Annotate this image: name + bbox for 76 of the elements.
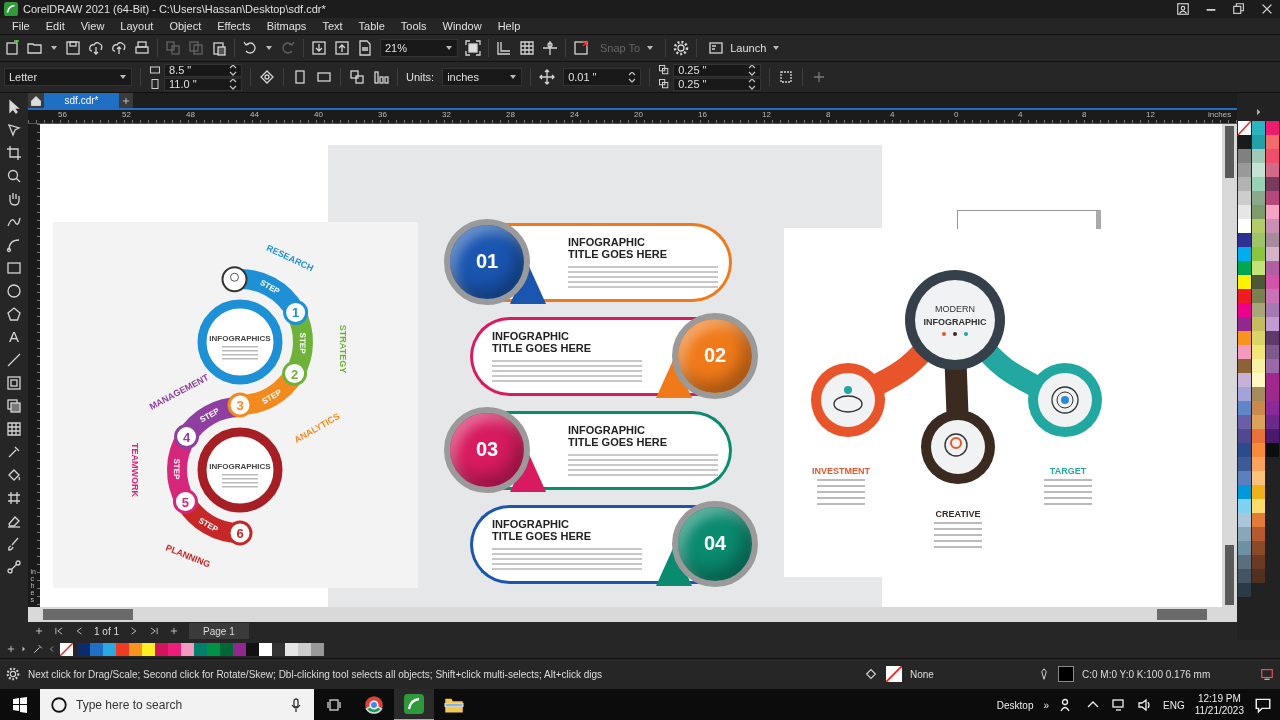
ruler-number: 32	[442, 110, 452, 119]
ruler-number: 8	[826, 110, 832, 119]
menu-item[interactable]: Bitmaps	[258, 20, 315, 32]
ruler-number: 52	[122, 110, 132, 119]
step-number: 5	[181, 494, 190, 510]
step-number: 4	[182, 429, 191, 445]
step-number: 1	[292, 305, 300, 321]
branch-label: TARGET	[1049, 466, 1087, 476]
ruler-number: 0	[954, 110, 960, 119]
desktop-toolbar-label[interactable]: Desktop	[996, 699, 1034, 711]
menu-item[interactable]: Text	[314, 20, 351, 32]
units-dropdown[interactable]: inches	[442, 68, 523, 86]
step-number: 6	[236, 526, 244, 541]
step-label: STEP	[258, 278, 282, 296]
nudge-field[interactable]: 0.01 "	[563, 68, 642, 86]
heading-line: INFOGRAPHIC	[923, 317, 987, 327]
step-number: 3	[236, 398, 244, 413]
menu-item[interactable]: Object	[161, 20, 210, 32]
step-title: INFOGRAPHIC TITLE GOES HERE	[568, 235, 668, 260]
document-tab[interactable]: sdf.cdr*	[44, 93, 119, 108]
outline-status: C:0 M:0 Y:0 K:100 0.176 mm	[1082, 668, 1212, 680]
width-field[interactable]: 8.5 "	[164, 63, 242, 77]
duplicate-y-field[interactable]: 0.25 "	[673, 77, 762, 91]
zoom-field[interactable]: 21%	[380, 39, 458, 57]
ruler-number: 4	[890, 110, 896, 119]
category-label: TEAMWORK	[130, 443, 140, 497]
branch-label: CREATIVE	[935, 509, 981, 519]
units-label: Units:	[406, 71, 435, 83]
ruler-number: 8	[1082, 110, 1088, 119]
ruler-number: 48	[186, 110, 196, 119]
launch-dropdown[interactable]: Launch	[704, 38, 785, 58]
status-hint: Next click for Drag/Scale; Second click for Rotate/Skew; Dbl-clicking tool selects all objects; Shift+click multi-selects; Alt+click digs	[28, 668, 604, 680]
language-indicator[interactable]: ENG	[1163, 699, 1185, 711]
step-number: 2	[290, 366, 299, 382]
heading-line: MODERN	[935, 304, 975, 314]
step-label: STEP	[171, 458, 182, 480]
fill-status: None	[910, 668, 935, 680]
ruler-number: 28	[506, 110, 516, 119]
ruler-number: 4	[1018, 110, 1024, 119]
menu-item[interactable]: File	[4, 20, 38, 32]
step-label: STEP	[196, 515, 220, 535]
ruler-number: 24	[570, 110, 580, 119]
ruler-number: 20	[634, 110, 644, 119]
menu-item[interactable]: Table	[350, 20, 393, 32]
circle-heading: INFOGRAPHICS	[209, 334, 271, 343]
ruler-number: 44	[250, 110, 260, 119]
ruler-number: 36	[378, 110, 388, 119]
height-field[interactable]: 11.0 "	[164, 77, 242, 91]
ruler-number: 16	[698, 110, 708, 119]
window-title: CorelDRAW 2021 (64-Bit) - C:\Users\Hassan\Desktop\sdf.cdr*	[23, 3, 327, 15]
menu-item[interactable]: Edit	[37, 20, 73, 32]
page-size-dropdown[interactable]: Letter	[4, 68, 132, 86]
menu-item[interactable]: View	[72, 20, 113, 32]
menu-item[interactable]: Layout	[112, 20, 162, 32]
branch-label: INVESTMENT	[812, 466, 870, 476]
ruler-unit: inches	[1208, 110, 1232, 119]
menu-item[interactable]: Window	[434, 20, 490, 32]
step-title: INFOGRAPHIC TITLE GOES HERE	[492, 517, 592, 542]
menu-item[interactable]: Tools	[392, 20, 435, 32]
ruler-number: 56	[58, 110, 68, 119]
circle-heading: INFOGRAPHICS	[209, 462, 271, 471]
ruler-number: 12	[762, 110, 772, 119]
step-title: INFOGRAPHIC TITLE GOES HERE	[568, 423, 668, 448]
ruler-number: 40	[314, 110, 324, 119]
menu-item[interactable]: Effects	[209, 20, 259, 32]
page-tab[interactable]: Page 1	[189, 623, 249, 639]
page-counter: 1 of 1	[94, 625, 120, 637]
clock[interactable]: 12:19 PM 11/21/2023	[1194, 693, 1244, 717]
step-title: INFOGRAPHIC TITLE GOES HERE	[492, 329, 592, 354]
toolbar-expand[interactable]: »	[1043, 699, 1049, 711]
menu-item[interactable]: Help	[489, 20, 529, 32]
step-label: STEP	[297, 332, 308, 354]
search-field[interactable]: Type here to search	[40, 689, 314, 720]
duplicate-x-field[interactable]: 0.25 "	[673, 63, 762, 77]
text-tool[interactable]: A	[9, 329, 19, 345]
category-label: STRATEGY	[338, 324, 348, 374]
